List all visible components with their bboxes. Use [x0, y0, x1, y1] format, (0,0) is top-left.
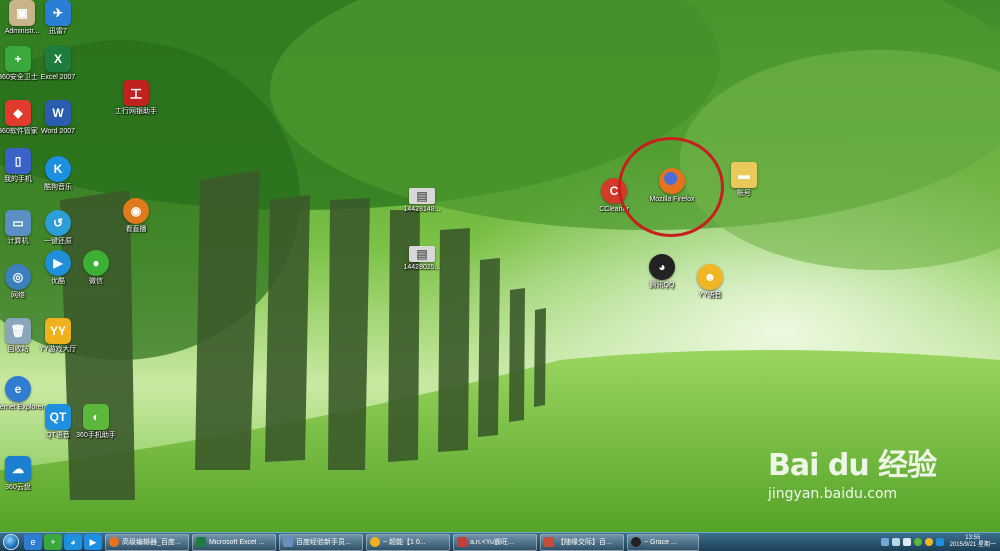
baidu-jingyan-watermark: Bai du 经验 jingyan.baidu.com — [768, 440, 937, 502]
avatar-icon — [544, 537, 554, 547]
avatar-icon — [457, 537, 467, 547]
360-mobile-icon: ◐ — [83, 404, 109, 430]
tray-flag-icon[interactable] — [880, 538, 889, 546]
icbc-bank-icon: 工 — [123, 80, 149, 106]
live-stream-icon: ◉ — [123, 198, 149, 224]
desktop-icon-account-folder[interactable]: ▬ 账号 — [716, 162, 772, 198]
desktop-icon-excel[interactable]: X Excel 2007 — [30, 46, 86, 82]
taskbar: e + ◕ ▶ 高级编辑器_百度... Microsoft Excel ... … — [0, 532, 1000, 551]
clock-date: 2015/9/21 星期一 — [949, 542, 996, 548]
taskbar-item-chat[interactable]: a.n.<Yu霸旺... — [453, 533, 537, 551]
document-icon — [283, 537, 293, 547]
taskbar-item-qq-grace[interactable]: ~ Grace ... — [627, 533, 699, 551]
network-globe-icon: ◎ — [5, 264, 31, 290]
pinned-ie-icon[interactable]: e — [24, 534, 42, 550]
watermark-brand: Bai du 经验 — [768, 448, 937, 483]
computer-icon: ▭ — [5, 210, 31, 236]
xunlei-bird-icon: ✈ — [45, 0, 71, 26]
taskbar-item-yy-channel[interactable]: ~ 超能【1 0... — [366, 533, 450, 551]
phone-icon: ▯ — [5, 148, 31, 174]
yy-voice-icon — [370, 537, 380, 547]
desktop-icon-kugou[interactable]: K 酷狗音乐 — [30, 156, 86, 192]
system-clock[interactable]: 13:55 2015/9/21 星期一 — [950, 535, 996, 549]
firefox-icon — [109, 537, 119, 547]
tray-volume-icon[interactable] — [902, 538, 911, 546]
360-software-manager-icon: ◆ — [5, 100, 31, 126]
highlight-circle — [618, 137, 724, 237]
yy-game-icon: YY — [45, 318, 71, 344]
360-cloud-icon: ☁ — [5, 456, 31, 482]
start-button[interactable] — [0, 533, 22, 551]
qq-penguin-icon — [631, 537, 641, 547]
recycle-bin-icon: 🗑 — [5, 318, 31, 344]
qq-penguin-icon: ◕ — [649, 254, 675, 280]
clock-time: 13:55 — [965, 535, 981, 541]
watermark-url: jingyan.baidu.com — [768, 486, 898, 502]
image-file-icon: ▤ — [409, 246, 435, 262]
word-icon: W — [45, 100, 71, 126]
tray-qq-icon[interactable] — [924, 538, 933, 546]
360-shield-icon: + — [5, 46, 31, 72]
desktop-icon-360cloud[interactable]: ☁ 360云盘 — [0, 456, 46, 492]
kugou-music-icon: K — [45, 156, 71, 182]
taskbar-item-baidu-jingyan[interactable]: 百度经验新手员... — [279, 533, 363, 551]
wechat-icon: ● — [83, 250, 109, 276]
desktop-icon-yygame[interactable]: YY YY游戏大厅 — [30, 318, 86, 354]
desktop-icon-file-14428148[interactable]: ▤ 14428148... — [394, 188, 450, 214]
restore-icon: ↺ — [45, 210, 71, 236]
tray-im-icon[interactable] — [935, 538, 944, 546]
taskbar-item-excel[interactable]: Microsoft Excel ... — [192, 533, 276, 551]
desktop-icon-yy-voice[interactable]: ☻ YY语音 — [682, 264, 738, 300]
internet-explorer-icon: e — [5, 376, 31, 402]
yy-voice-icon: ☻ — [697, 264, 723, 290]
windows-logo-icon — [3, 534, 19, 550]
desktop-icon-icbc[interactable]: 工 工行网银助手 — [108, 80, 164, 116]
pinned-360-icon[interactable]: + — [44, 534, 62, 550]
system-tray: 13:55 2015/9/21 星期一 — [878, 533, 1000, 551]
desktop-icon-xunlei[interactable]: ✈ 迅雷7 — [30, 0, 86, 36]
pinned-youku-icon[interactable]: ▶ — [84, 534, 102, 550]
pinned-qq-icon[interactable]: ◕ — [64, 534, 82, 550]
desktop-icon-onekey-restore[interactable]: ↺ 一键还原 — [30, 210, 86, 246]
desktop-icon-360mobile[interactable]: ◐ 360手机助手 — [68, 404, 124, 440]
excel-icon — [196, 537, 206, 547]
taskbar-item-group[interactable]: 【随缘交际】百... — [540, 533, 624, 551]
tray-360-icon[interactable] — [913, 538, 922, 546]
desktop-icon-kanzhibo[interactable]: ◉ 看直播 — [108, 198, 164, 234]
folder-icon: ▬ — [731, 162, 757, 188]
excel-icon: X — [45, 46, 71, 72]
desktop-icon-word[interactable]: W Word 2007 — [30, 100, 86, 136]
desktop-icon-wechat[interactable]: ● 微信 — [68, 250, 124, 286]
desktop-icon-file-14428025[interactable]: ▤ 14428025... — [394, 246, 450, 272]
taskbar-item-firefox[interactable]: 高级编辑器_百度... — [105, 533, 189, 551]
image-file-icon: ▤ — [409, 188, 435, 204]
tray-network-icon[interactable] — [891, 538, 900, 546]
